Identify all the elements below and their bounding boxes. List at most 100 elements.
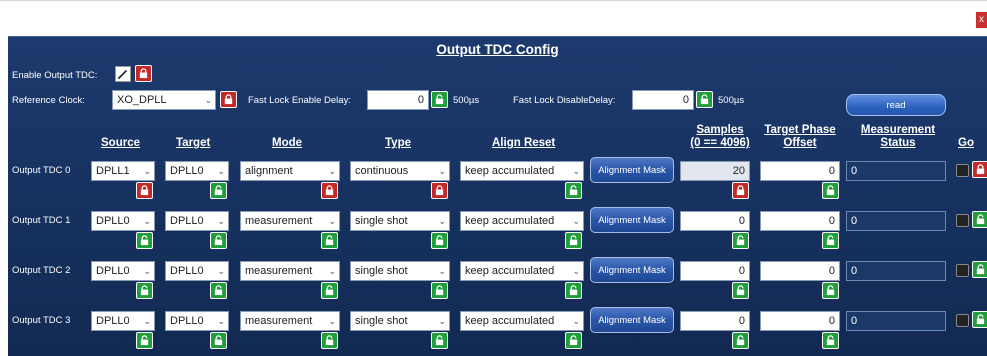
samples-input[interactable]: 0 [680,211,750,231]
target-phase-offset-input[interactable]: 0 [760,211,840,231]
target-lock-button[interactable] [210,282,227,299]
source-select[interactable]: DPLL0 ⌄ [91,311,155,331]
lock-open-icon [736,235,745,246]
mode-select[interactable]: measurement ⌄ [240,261,340,281]
align-reset-lock-button[interactable] [565,182,582,199]
lock-open-icon [435,94,444,105]
reference-clock-select[interactable]: XO_DPLL ⌄ [112,90,216,110]
type-select[interactable]: single shot ⌄ [350,261,450,281]
chevron-down-icon: ⌄ [143,266,151,276]
type-value: single shot [355,315,408,327]
align-reset-lock-button[interactable] [565,332,582,349]
header-go: Go [958,137,974,149]
go-checkbox[interactable] [956,214,969,227]
target-select[interactable]: DPLL0 ⌄ [165,311,229,331]
target-select[interactable]: DPLL0 ⌄ [165,211,229,231]
lock-open-icon [700,94,709,105]
target-select[interactable]: DPLL0 ⌄ [165,261,229,281]
mode-select[interactable]: measurement ⌄ [240,211,340,231]
type-select[interactable]: single shot ⌄ [350,211,450,231]
type-lock-button[interactable] [431,232,448,249]
align-reset-lock-button[interactable] [565,282,582,299]
samples-lock-button[interactable] [732,332,749,349]
source-select[interactable]: DPLL0 ⌄ [91,261,155,281]
output-tdc-config-panel: Output TDC Config Enable Output TDC: Ref… [8,36,987,356]
samples-input[interactable]: 0 [680,311,750,331]
chevron-down-icon: ⌄ [143,216,151,226]
target-select[interactable]: DPLL0 ⌄ [165,161,229,181]
lock-closed-icon [325,185,334,196]
chevron-down-icon: ⌄ [143,316,151,326]
go-lock-button[interactable] [972,261,987,278]
lock-open-icon [826,185,835,196]
enable-output-tdc-edit-button[interactable] [115,66,131,82]
source-select[interactable]: DPLL1 ⌄ [91,161,155,181]
align-reset-select[interactable]: keep accumulated ⌄ [460,211,584,231]
go-checkbox[interactable] [956,314,969,327]
type-select[interactable]: single shot ⌄ [350,311,450,331]
fast-lock-enable-delay-label: Fast Lock Enable Delay: [248,95,351,106]
type-lock-button[interactable] [431,282,448,299]
alignment-mask-button[interactable]: Alignment Mask [590,307,674,333]
mode-select[interactable]: measurement ⌄ [240,311,340,331]
fast-lock-disable-delay-lock-button[interactable] [696,91,713,108]
target-lock-button[interactable] [210,232,227,249]
source-lock-button[interactable] [136,332,153,349]
target-phase-offset-input[interactable]: 0 [760,261,840,281]
samples-input[interactable]: 20 [680,161,750,181]
target-phase-offset-lock-button[interactable] [822,182,839,199]
lock-open-icon [569,235,578,246]
target-phase-offset-input[interactable]: 0 [760,311,840,331]
close-button[interactable]: x [976,12,987,28]
enable-output-tdc-lock-button[interactable] [135,65,152,82]
chevron-down-icon: ⌄ [143,166,151,176]
reference-clock-lock-button[interactable] [220,91,237,108]
header-target: Target [176,137,211,149]
align-reset-value: keep accumulated [465,265,555,277]
go-checkbox[interactable] [956,264,969,277]
chevron-down-icon: ⌄ [438,266,446,276]
source-lock-button[interactable] [136,282,153,299]
mode-lock-button[interactable] [321,282,338,299]
mode-select[interactable]: alignment ⌄ [240,161,340,181]
fast-lock-enable-delay-input[interactable]: 0 [367,90,429,110]
samples-lock-button[interactable] [732,182,749,199]
fast-lock-disable-delay-input[interactable]: 0 [632,90,694,110]
align-reset-select[interactable]: keep accumulated ⌄ [460,261,584,281]
source-select[interactable]: DPLL0 ⌄ [91,211,155,231]
fast-lock-enable-delay-lock-button[interactable] [431,91,448,108]
type-select[interactable]: continuous ⌄ [350,161,450,181]
source-value: DPLL0 [96,315,130,327]
samples-input[interactable]: 0 [680,261,750,281]
target-phase-offset-lock-button[interactable] [822,282,839,299]
read-button[interactable]: read [846,94,946,116]
target-lock-button[interactable] [210,332,227,349]
header-source: Source [101,137,140,149]
chevron-down-icon: ⌄ [328,166,336,176]
source-lock-button[interactable] [136,232,153,249]
alignment-mask-button[interactable]: Alignment Mask [590,157,674,183]
samples-lock-button[interactable] [732,282,749,299]
alignment-mask-button[interactable]: Alignment Mask [590,257,674,283]
target-phase-offset-input[interactable]: 0 [760,161,840,181]
target-phase-offset-lock-button[interactable] [822,232,839,249]
fast-lock-disable-delay-unit: 500µs [718,95,745,106]
target-lock-button[interactable] [210,182,227,199]
mode-lock-button[interactable] [321,182,338,199]
samples-lock-button[interactable] [732,232,749,249]
source-lock-button[interactable] [136,182,153,199]
align-reset-select[interactable]: keep accumulated ⌄ [460,161,584,181]
target-phase-offset-lock-button[interactable] [822,332,839,349]
align-reset-lock-button[interactable] [565,232,582,249]
go-lock-button[interactable] [972,311,987,328]
mode-lock-button[interactable] [321,332,338,349]
type-lock-button[interactable] [431,182,448,199]
alignment-mask-button[interactable]: Alignment Mask [590,207,674,233]
type-lock-button[interactable] [431,332,448,349]
go-lock-button[interactable] [972,161,987,178]
lock-open-icon [214,335,223,346]
align-reset-select[interactable]: keep accumulated ⌄ [460,311,584,331]
go-lock-button[interactable] [972,211,987,228]
go-checkbox[interactable] [956,164,969,177]
mode-lock-button[interactable] [321,232,338,249]
